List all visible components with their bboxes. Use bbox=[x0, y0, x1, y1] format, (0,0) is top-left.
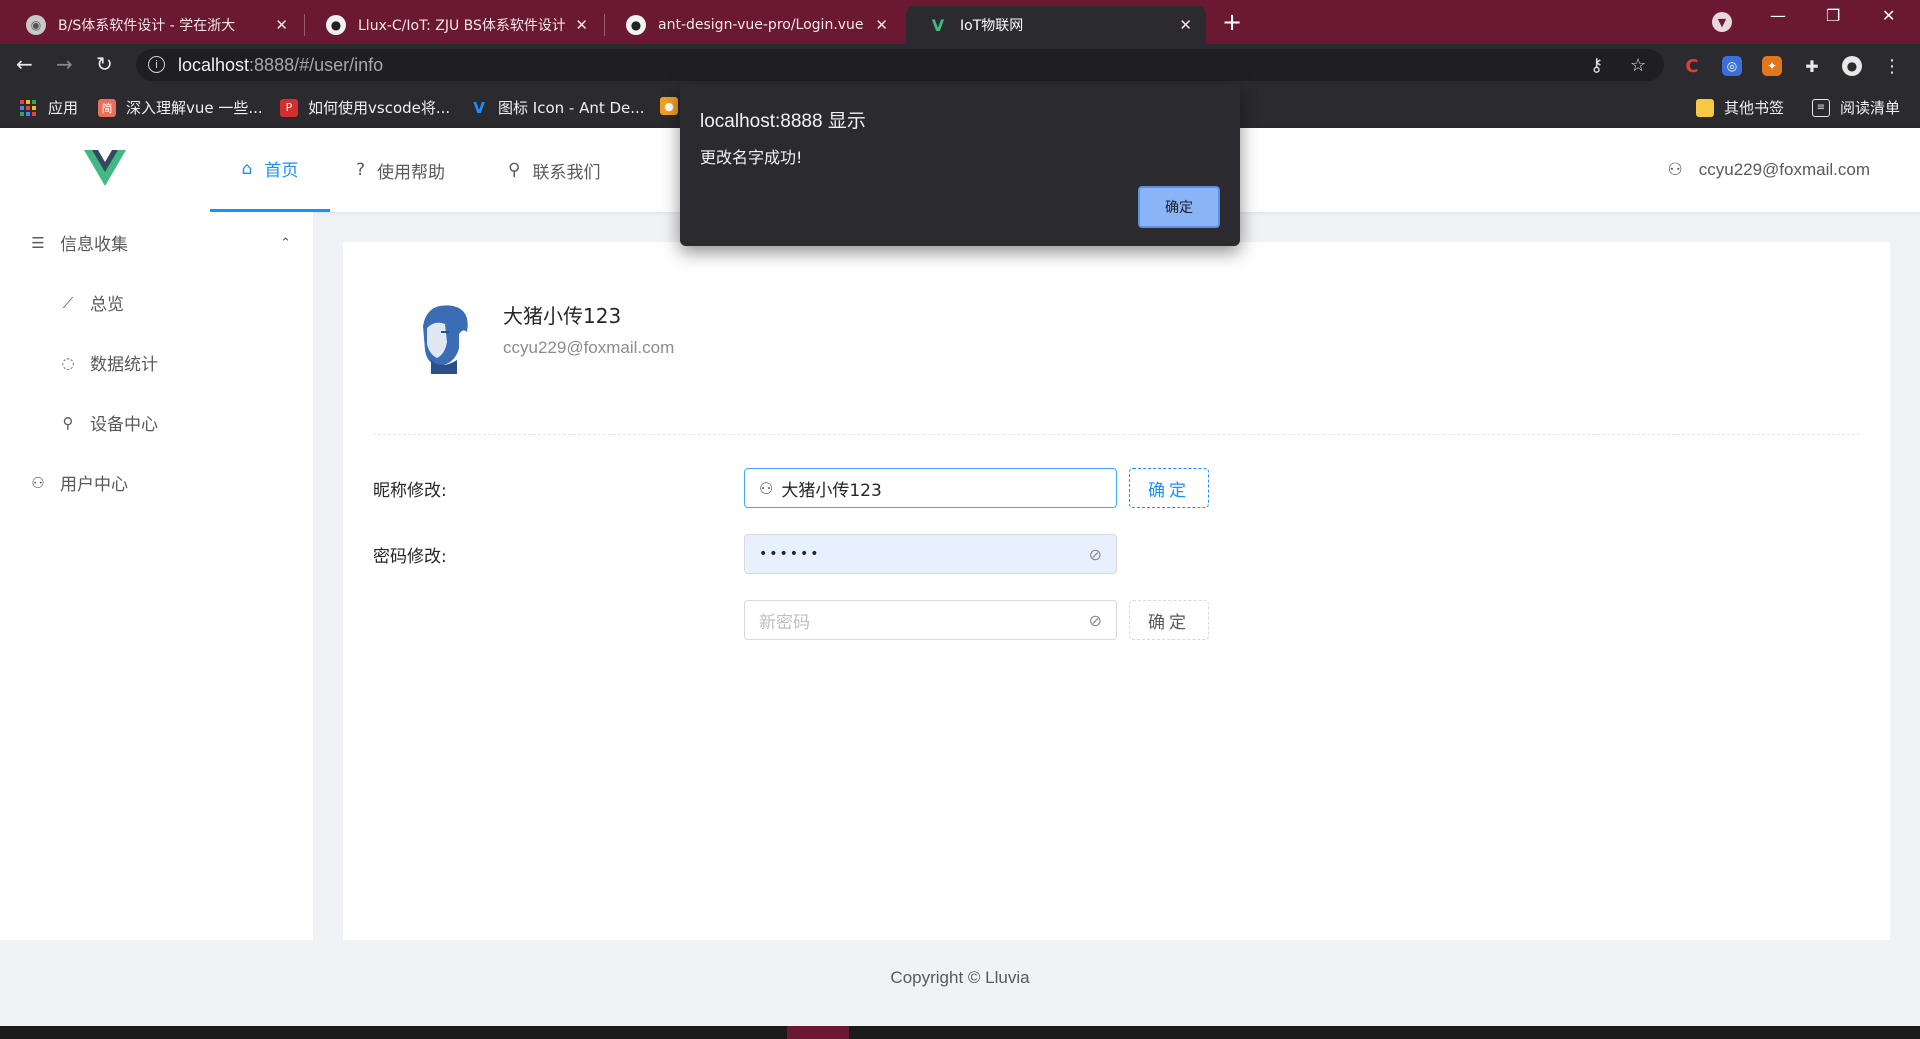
bookmark-apps[interactable]: 应用 bbox=[20, 97, 78, 118]
minimize-icon[interactable]: — bbox=[1770, 6, 1786, 25]
close-icon[interactable]: ✕ bbox=[275, 16, 288, 34]
url-text: localhost:8888/#/user/info bbox=[178, 55, 383, 76]
reading-list-icon: ≡ bbox=[1812, 98, 1830, 117]
bookmark-php[interactable]: P 如何使用vscode将... bbox=[280, 97, 450, 118]
dialog-title: localhost:8888 显示 bbox=[700, 111, 866, 132]
browser-tab-strip: ◉ B/S体系软件设计 - 学在浙大 ✕ ● Llux-C/IoT: ZJU B… bbox=[0, 0, 1920, 44]
nickname-label: 昵称修改: bbox=[373, 481, 447, 501]
sidebar-item-overview[interactable]: ⟋ 总览 bbox=[58, 290, 124, 316]
antd-icon: V bbox=[473, 98, 485, 117]
profile-email: ccyu229@foxmail.com bbox=[503, 338, 675, 357]
link-icon: ⚲ bbox=[508, 160, 521, 180]
new-password-input[interactable]: 新密码 ⊘ bbox=[744, 600, 1117, 640]
app-page: ⌂ 首页 ? 使用帮助 ⚲ 联系我们 ⚇ ccyu229@foxmail.com… bbox=[0, 128, 1920, 1026]
key-icon[interactable]: ⚷ bbox=[1590, 55, 1603, 76]
sidebar-item-user-center[interactable]: ⚇ 用户中心 bbox=[28, 470, 128, 496]
password-label: 密码修改: bbox=[373, 547, 447, 567]
restore-icon[interactable]: ❐ bbox=[1826, 6, 1840, 25]
folder-icon bbox=[1696, 98, 1714, 117]
taskbar-strip bbox=[0, 1026, 1920, 1039]
close-icon[interactable]: ✕ bbox=[875, 16, 888, 34]
window-close-icon[interactable]: ✕ bbox=[1882, 6, 1895, 25]
github-icon: ● bbox=[626, 15, 646, 35]
header-user-menu[interactable]: ⚇ ccyu229@foxmail.com bbox=[1667, 128, 1870, 212]
browser-toolbar: ← → ↻ i localhost:8888/#/user/info ⚷ ☆ C… bbox=[0, 44, 1920, 86]
taskbar-item[interactable] bbox=[787, 1026, 849, 1039]
apps-grid-icon bbox=[20, 99, 36, 116]
user-info-card: 大猪小传123 ccyu229@foxmail.com 昵称修改: ⚇ 大猪小传… bbox=[343, 242, 1890, 940]
browser-tab[interactable]: ● Llux-C/IoT: ZJU BS体系软件设计 ✕ bbox=[304, 6, 602, 44]
user-icon: ⚇ bbox=[759, 478, 774, 498]
github-icon: ● bbox=[326, 15, 346, 35]
reading-list[interactable]: ≡ 阅读清单 bbox=[1812, 97, 1900, 118]
forward-arrow-icon[interactable]: → bbox=[56, 52, 73, 76]
browser-tab-active[interactable]: V IoT物联网 ✕ bbox=[906, 6, 1206, 44]
password-confirm-button[interactable]: 确定 bbox=[1129, 600, 1209, 640]
sidebar-item-devices[interactable]: ⚲ 设备中心 bbox=[58, 410, 159, 436]
url-host: localhost bbox=[178, 55, 250, 75]
tab-search-icon[interactable]: ▼ bbox=[1712, 12, 1732, 32]
nav-home[interactable]: ⌂ 首页 bbox=[210, 128, 330, 212]
eye-invisible-icon[interactable]: ⊘ bbox=[1089, 545, 1102, 564]
bookmark-site-icon: ● bbox=[660, 97, 678, 115]
message-icon: ◌ bbox=[61, 353, 75, 372]
star-icon[interactable]: ☆ bbox=[1630, 55, 1646, 76]
globe-icon: ◉ bbox=[26, 15, 46, 35]
site-info-icon[interactable]: i bbox=[148, 56, 165, 73]
extension-translate-icon[interactable]: ◎ bbox=[1722, 56, 1742, 76]
address-bar[interactable]: i localhost:8888/#/user/info ⚷ ☆ bbox=[136, 49, 1664, 81]
metamask-fox-icon[interactable]: ✦ bbox=[1762, 56, 1782, 76]
back-arrow-icon[interactable]: ← bbox=[16, 52, 33, 76]
profile-icon[interactable]: ● bbox=[1842, 56, 1862, 76]
eye-invisible-icon[interactable]: ⊘ bbox=[1089, 611, 1102, 630]
link-icon: ⚲ bbox=[62, 413, 74, 432]
avatar bbox=[405, 298, 481, 374]
divider bbox=[373, 434, 1860, 435]
dialog-ok-button[interactable]: 确定 bbox=[1138, 186, 1220, 228]
url-path: :8888/#/user/info bbox=[249, 55, 384, 75]
more-menu-icon[interactable]: ⋮ bbox=[1882, 56, 1902, 77]
sidebar-item-statistics[interactable]: ◌ 数据统计 bbox=[58, 350, 158, 376]
extension-c-icon[interactable]: C bbox=[1682, 56, 1702, 77]
team-icon: ⚇ bbox=[31, 473, 45, 492]
bookmark-other[interactable]: 其他书签 bbox=[1696, 97, 1784, 118]
footer-copyright: Copyright © Lluvia bbox=[890, 968, 1030, 987]
nav-help[interactable]: ? 使用帮助 bbox=[356, 128, 445, 212]
user-icon: ⚇ bbox=[1667, 160, 1683, 179]
vue-logo-icon: V bbox=[931, 15, 945, 35]
dialog-message: 更改名字成功! bbox=[700, 148, 803, 167]
sidebar: ☰ 信息收集 ⌃ ⟋ 总览 ◌ 数据统计 ⚲ 设备中心 ⚇ 用户中心 bbox=[0, 212, 313, 940]
reload-icon[interactable]: ↻ bbox=[96, 52, 113, 76]
question-icon: ? bbox=[356, 160, 366, 180]
new-tab-plus-icon[interactable]: + bbox=[1222, 8, 1242, 36]
sidebar-group-info-collect[interactable]: ☰ 信息收集 bbox=[28, 230, 128, 256]
home-icon: ⌂ bbox=[241, 158, 253, 179]
nickname-input[interactable]: ⚇ 大猪小传123 bbox=[744, 468, 1117, 508]
nav-contact[interactable]: ⚲ 联系我们 bbox=[508, 128, 600, 212]
chevron-up-icon[interactable]: ⌃ bbox=[280, 236, 291, 251]
browser-tab[interactable]: ◉ B/S体系软件设计 - 学在浙大 ✕ bbox=[4, 6, 302, 44]
line-chart-icon: ⟋ bbox=[62, 293, 74, 312]
list-icon: ☰ bbox=[31, 233, 45, 252]
alert-dialog: localhost:8888 显示 更改名字成功! 确定 bbox=[680, 84, 1240, 246]
php-icon: P bbox=[280, 98, 298, 117]
nickname-confirm-button[interactable]: 确定 bbox=[1129, 468, 1209, 508]
close-icon[interactable]: ✕ bbox=[575, 16, 588, 34]
password-input[interactable]: •••••• ⊘ bbox=[744, 534, 1117, 574]
browser-tab[interactable]: ● ant-design-vue-pro/Login.vue ✕ bbox=[604, 6, 902, 44]
close-icon[interactable]: ✕ bbox=[1179, 16, 1192, 34]
extensions-puzzle-icon[interactable]: ✚ bbox=[1802, 56, 1822, 76]
jianshu-icon: 简 bbox=[98, 98, 116, 117]
vue-logo-icon[interactable] bbox=[84, 150, 126, 188]
bookmark-jianshu[interactable]: 简 深入理解vue 一些... bbox=[98, 97, 263, 118]
profile-name: 大猪小传123 bbox=[503, 304, 622, 328]
bookmark-antd[interactable]: V 图标 Icon - Ant De... bbox=[470, 97, 644, 118]
